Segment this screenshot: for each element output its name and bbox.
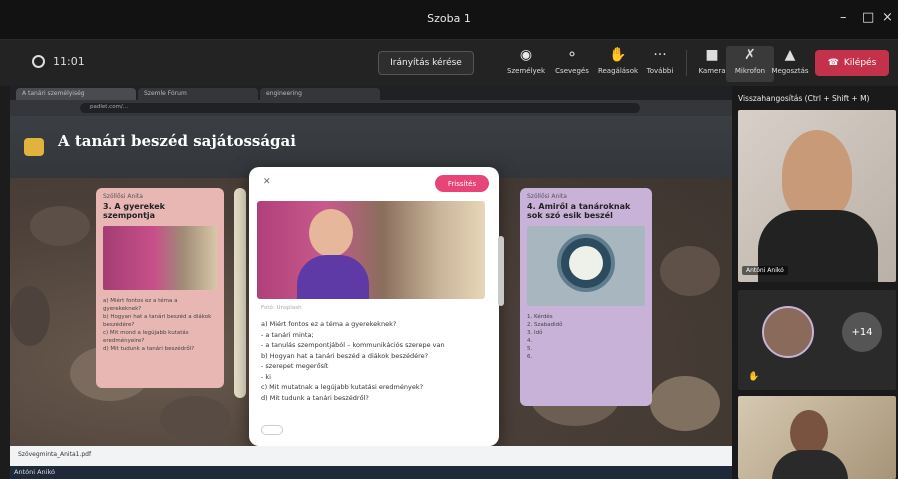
post-body: a) Miért fontos ez a téma a gyerekeknek?… xyxy=(261,319,487,403)
post-line: c) Mit mond a legújabb kutatás xyxy=(103,330,189,336)
post-line: - szerepet megerősít xyxy=(261,362,329,370)
post-line: 2. Szabadidő xyxy=(527,322,563,328)
page-title: A tanári beszéd sajátosságai xyxy=(58,132,296,150)
reactions-icon: ✋ xyxy=(609,47,627,63)
post-image xyxy=(103,226,217,290)
post-line: b) Hogyan hat a tanári beszéd a diákok b… xyxy=(261,351,429,360)
browser-tab[interactable]: engineering xyxy=(260,88,380,100)
close-icon[interactable]: × xyxy=(882,10,893,25)
avatar[interactable] xyxy=(762,306,814,358)
address-bar: padlet.com/... xyxy=(10,100,732,116)
mic-label: Mikrofon xyxy=(734,67,766,75)
post-line: - a tanári minta; xyxy=(261,330,314,339)
post-line: c) Mit mutatnak a legújabb kutatási ered… xyxy=(261,383,424,391)
post-line: eredményeire? xyxy=(103,338,145,344)
post-line: 3. Idő xyxy=(527,330,543,336)
shared-screen: A tanári személyiség Szemle Fórum engine… xyxy=(10,86,732,466)
minimize-icon[interactable]: – xyxy=(840,10,847,25)
url-field[interactable]: padlet.com/... xyxy=(80,103,640,113)
post-line: a) Miért fontos ez a téma a gyerekeknek? xyxy=(103,298,178,312)
more-label: További xyxy=(646,67,674,75)
post-line: - ki xyxy=(261,372,271,381)
post-text: 1. Kérdés 2. Szabadidő 3. Idő 4. 5. 6. xyxy=(520,310,652,364)
toolbar-divider xyxy=(686,50,687,76)
child-shirt xyxy=(297,255,369,299)
shield-icon xyxy=(32,55,45,68)
phone-icon: ☎ xyxy=(827,58,839,68)
chat-label: Csevegés xyxy=(555,67,589,75)
child-face xyxy=(309,209,353,257)
padlet-page: A tanári beszéd sajátosságai Szöllősi An… xyxy=(10,116,732,466)
video-tile[interactable] xyxy=(738,396,896,479)
column-author: Szöllősi Anita xyxy=(103,193,143,200)
raised-hand-icon: ✋ xyxy=(748,372,760,382)
post-line: beszédére? xyxy=(103,322,135,328)
meeting-toolbar: 11:01 Irányítás kérése ◉ Személyek ⚬ Cse… xyxy=(0,40,898,86)
close-icon[interactable]: ✕ xyxy=(263,177,271,187)
panel-header: Visszahangosítás (Ctrl + Shift + M) xyxy=(738,94,870,103)
padlet-column[interactable] xyxy=(234,188,246,398)
people-button[interactable]: ◉ Személyek xyxy=(502,46,550,75)
chat-icon: ⚬ xyxy=(566,47,578,63)
column-title: 3. A gyerekek szempontja xyxy=(103,202,165,220)
padlet-column[interactable]: Szöllősi Anita 3. A gyerekek szempontja … xyxy=(96,188,224,388)
post-line: d) Mit tudunk a tanári beszédről? xyxy=(261,393,369,402)
update-button[interactable]: Frissítés xyxy=(435,175,489,192)
video-tile[interactable]: Antóni Anikó xyxy=(738,110,896,282)
timer-text: 11:01 xyxy=(53,55,85,68)
maximize-icon[interactable]: □ xyxy=(862,10,874,25)
leave-label: Kilépés xyxy=(843,58,877,68)
more-icon: ··· xyxy=(653,47,667,63)
post-line: - a tanulás szempontjából – kommunikáció… xyxy=(261,341,445,349)
meeting-timer: 11:01 xyxy=(32,55,85,68)
more-button[interactable]: ··· További xyxy=(636,46,684,75)
post-line: b) Hogyan hat a tanári beszéd a diákok xyxy=(103,314,212,320)
taskbar-presenter-label: Antóni Anikó xyxy=(14,468,55,476)
title-bar: Szoba 1 – □ × xyxy=(0,0,898,40)
reactions-button[interactable]: ✋ Reagálások xyxy=(594,46,642,75)
camera-label: Kamera xyxy=(698,67,726,75)
browser-tabs: A tanári személyiség Szemle Fórum engine… xyxy=(10,86,732,100)
participant-body xyxy=(772,450,848,479)
share-icon: ▲ xyxy=(784,47,796,63)
leave-button[interactable]: ☎ Kilépés xyxy=(815,50,889,76)
share-button[interactable]: ▲ Megosztás xyxy=(766,46,814,75)
column-title: 4. Amiről a tanároknak sok szó esik besz… xyxy=(527,202,631,220)
post-line: 1. Kérdés xyxy=(527,314,553,320)
comment-button[interactable] xyxy=(261,425,283,435)
post-text: a) Miért fontos ez a téma a gyerekeknek?… xyxy=(96,294,224,356)
post-image xyxy=(257,201,485,299)
taskbar: Antóni Anikó xyxy=(10,466,732,479)
share-label: Megosztás xyxy=(771,67,809,75)
post-line: a) Miért fontos ez a téma a gyerekeknek? xyxy=(261,320,397,328)
post-line: 6. xyxy=(527,354,533,360)
download-file[interactable]: Szövegminta_Anita1.pdf xyxy=(18,451,91,458)
clock-image xyxy=(527,226,645,306)
request-control-button[interactable]: Irányítás kérése xyxy=(378,51,474,75)
chat-button[interactable]: ⚬ Csevegés xyxy=(548,46,596,75)
participants-panel: Visszahangosítás (Ctrl + Shift + M) Antó… xyxy=(732,86,898,479)
padlet-logo xyxy=(24,138,44,156)
browser-tab[interactable]: A tanári személyiség xyxy=(16,88,136,100)
post-line: 5. xyxy=(527,346,533,352)
avatar-tile: +14 ✋ xyxy=(738,290,896,390)
download-bar: Szövegminta_Anita1.pdf xyxy=(10,446,732,466)
padlet-column[interactable]: Szöllősi Anita 4. Amiről a tanároknak so… xyxy=(520,188,652,406)
image-caption: Fotó: Unsplash xyxy=(261,305,302,311)
people-icon: ◉ xyxy=(519,47,533,63)
clock-icon xyxy=(557,234,615,292)
participant-face xyxy=(782,130,852,220)
post-line: 4. xyxy=(527,338,533,344)
browser-tab[interactable]: Szemle Fórum xyxy=(138,88,258,100)
participant-name: Antóni Anikó xyxy=(742,266,788,275)
modal-scrollbar[interactable] xyxy=(498,236,504,306)
post-modal: ✕ Frissítés Fotó: Unsplash a) Miért font… xyxy=(249,167,499,446)
window-title: Szoba 1 xyxy=(427,12,471,25)
overflow-count[interactable]: +14 xyxy=(842,312,882,352)
post-line: d) Mit tudunk a tanári beszédről? xyxy=(103,346,195,352)
people-label: Személyek xyxy=(507,67,545,75)
reactions-label: Reagálások xyxy=(597,67,639,75)
column-author: Szöllősi Anita xyxy=(527,193,567,200)
